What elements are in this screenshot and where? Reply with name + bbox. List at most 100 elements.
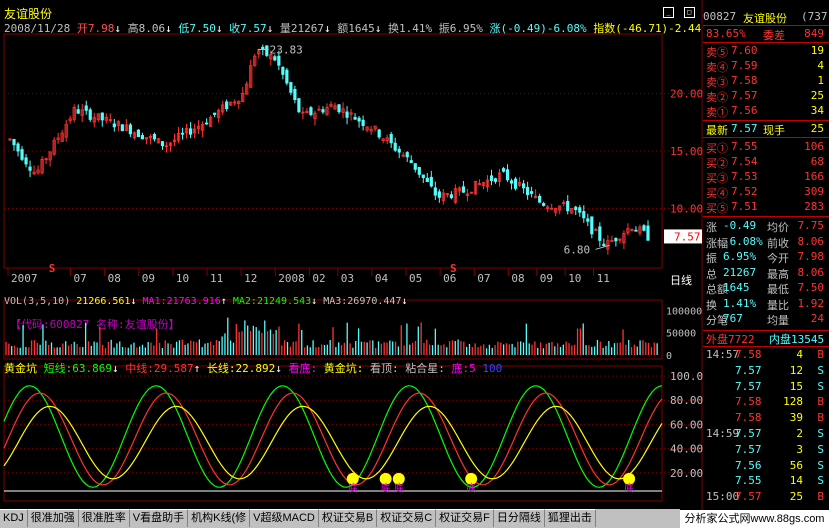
indicator-tab[interactable]: 权证交易C <box>377 509 437 527</box>
indicator-tab[interactable]: 日分隔线 <box>493 509 545 527</box>
bid-row[interactable]: 买③ 7.53 166 <box>703 170 827 185</box>
ask-label: 卖① <box>706 106 728 119</box>
candle-body <box>574 206 578 211</box>
candle-body <box>100 112 104 121</box>
candle-body <box>205 122 209 125</box>
bid-label: 买③ <box>706 172 728 185</box>
indicator-tab[interactable]: 很准加强 <box>27 509 79 527</box>
bid-price: 7.51 <box>731 200 758 213</box>
stat-value-2: 8.06 <box>797 234 825 248</box>
indicator-tick-label: 60.00 <box>670 418 703 431</box>
tick-row[interactable]: 15:00 7.57 25 B <box>703 490 827 505</box>
stat-label: 总 <box>706 267 717 281</box>
tick-row[interactable]: 7.58 39 B <box>703 411 827 426</box>
ask-qty: 4 <box>817 59 824 72</box>
short-line-label: 短线:63.869 <box>43 362 112 375</box>
bid-qty: 106 <box>804 140 824 153</box>
x-tick-label: 08 <box>511 272 524 285</box>
candle-body <box>353 116 357 120</box>
stock-name: 友谊股份 <box>743 12 787 25</box>
ask-row[interactable]: 卖② 7.57 25 <box>703 89 827 104</box>
stat-row: 振 6.95% 今开 7.98 <box>703 250 827 265</box>
bid-row[interactable]: 买④ 7.52 309 <box>703 185 827 200</box>
stat-label: 涨 <box>706 221 717 234</box>
indicator-tab[interactable]: 权证交易F <box>436 509 494 527</box>
stat-label-2: 前收 <box>767 236 789 250</box>
tick-row[interactable]: 7.55 14 S <box>703 474 827 489</box>
x-tick-label: 12 <box>244 272 257 285</box>
candle-body <box>505 169 510 181</box>
merge-star-label: 粘合星: <box>405 362 445 375</box>
bid-qty: 68 <box>810 155 824 168</box>
weibi-value: 83.65% <box>706 27 746 40</box>
candle-body <box>461 186 466 193</box>
indicator-tab[interactable]: 权证交易B <box>318 509 378 527</box>
bid-row[interactable]: 买① 7.55 106 <box>703 140 827 155</box>
open-label: 开7.98 <box>76 22 115 35</box>
ask-row[interactable]: 卖① 7.56 34 <box>703 104 827 119</box>
hand-label: 现手 <box>763 124 785 137</box>
stat-value-2: 24 <box>810 312 824 325</box>
amount-label: 额1645 <box>337 22 375 35</box>
period-label[interactable]: 日线 <box>670 273 692 287</box>
stat-row: 换 1.41% 量比 1.92 <box>703 297 827 312</box>
tick-row[interactable]: 7.57 3 S <box>703 443 827 458</box>
divider <box>703 346 829 347</box>
indicator-tick-label: 100.00 <box>670 370 703 383</box>
turnover-label: 换1.41% <box>387 22 433 35</box>
divider <box>703 216 829 217</box>
stat-label: 换 <box>706 298 717 312</box>
tick-qty: 39 <box>789 411 803 425</box>
candle-body <box>542 203 546 206</box>
candle-body <box>586 218 590 222</box>
chart-area[interactable]: 20.0015.0010.0023.836.807.57S S2007 07 08 09… <box>0 0 703 510</box>
volume-tick-label: 100000 <box>666 306 702 317</box>
ask-label: 卖⑤ <box>706 46 728 59</box>
x-tick-label: 2008 <box>278 272 305 285</box>
bottom-tag: 底 <box>466 481 476 494</box>
ask-price: 7.58 <box>731 74 758 87</box>
bid-row[interactable]: 买⑤ 7.51 283 <box>703 200 827 215</box>
indicator-tab[interactable]: KDJ <box>0 509 28 527</box>
low-label: 低7.50 <box>178 22 216 35</box>
candle-body <box>24 157 28 165</box>
ask-price: 7.57 <box>731 89 758 102</box>
tick-qty: 3 <box>796 442 803 456</box>
candle-body <box>526 186 530 196</box>
candle-body <box>20 149 24 160</box>
ask-row[interactable]: 卖④ 7.59 4 <box>703 59 827 74</box>
indicator-tab[interactable]: 狐狸出击 <box>544 509 596 527</box>
ask-row[interactable]: 卖③ 7.58 1 <box>703 74 827 89</box>
indicator-tab[interactable]: 机构K线(修 <box>188 509 251 527</box>
amplitude-label: 振6.95% <box>438 22 483 35</box>
x-tick-label: 04 <box>375 272 389 285</box>
tick-row[interactable]: 7.56 56 S <box>703 459 827 474</box>
tick-row[interactable]: 7.57 15 S <box>703 380 827 395</box>
candle-body <box>614 237 618 242</box>
candle-body <box>538 195 542 203</box>
indicator-tab[interactable]: V看盘助手 <box>129 509 189 527</box>
last-price-tag-text: 7.57 <box>674 230 701 243</box>
candle-body <box>273 56 277 61</box>
high-label: 高8.06 <box>127 22 166 35</box>
bid-row[interactable]: 买② 7.54 68 <box>703 155 827 170</box>
stat-row: 分笔 767 均量 24 <box>703 312 827 327</box>
restore-icon[interactable]: □ <box>683 7 695 18</box>
tick-row[interactable]: 7.57 12 S <box>703 364 827 379</box>
candle-body <box>289 82 293 93</box>
weibi-row: 83.65% 委差 849 <box>703 27 827 42</box>
bid-label: 买① <box>706 142 728 155</box>
candle-body <box>530 191 534 194</box>
last-price: 7.57 <box>731 122 758 135</box>
close-label: 收7.57 <box>229 22 267 35</box>
tick-row[interactable]: 7.58 128 B <box>703 395 827 410</box>
indicator-tab[interactable]: 很准胜率 <box>78 509 130 527</box>
ask-row[interactable]: 卖⑤ 7.60 19 <box>703 44 827 59</box>
tick-row[interactable]: 14:57 7.58 4 B <box>703 348 827 363</box>
tick-row[interactable]: 14:59 7.57 2 S <box>703 427 827 442</box>
candle-body <box>128 124 132 135</box>
minimize-icon[interactable]: _ <box>663 7 674 18</box>
candle-body <box>393 142 397 151</box>
volume-tick-label: 50000 <box>666 329 696 340</box>
indicator-tab[interactable]: V超级MACD <box>250 509 319 527</box>
